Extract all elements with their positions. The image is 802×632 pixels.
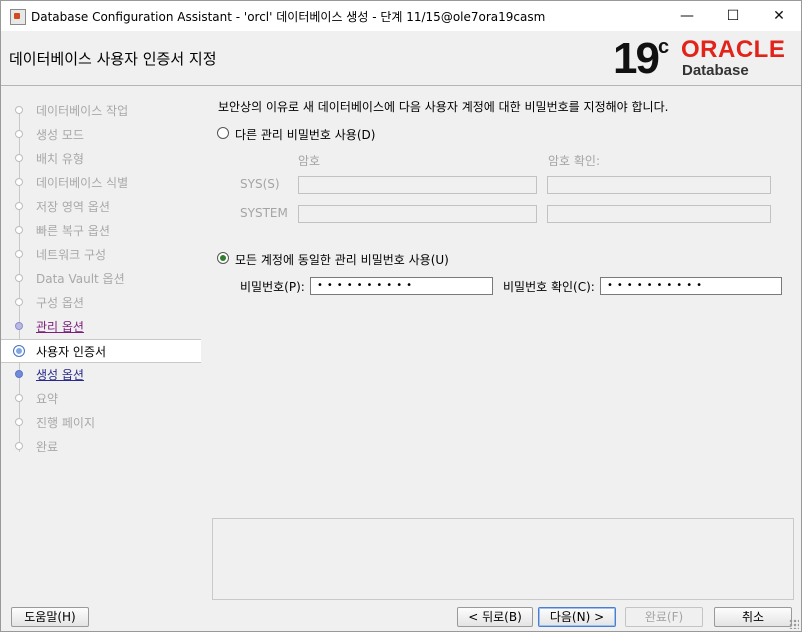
- next-button[interactable]: 다음(N) >: [538, 607, 616, 627]
- same-password-label[interactable]: 모든 계정에 동일한 관리 비밀번호 사용(U): [235, 251, 449, 268]
- step-label: 배치 유형: [36, 152, 84, 166]
- step-label: Data Vault 옵션: [36, 272, 125, 286]
- step-indicator-icon: [15, 130, 23, 138]
- step-item: 저장 영역 옵션: [1, 195, 201, 217]
- step-indicator-icon: [15, 106, 23, 114]
- step-indicator-icon: [15, 202, 23, 210]
- same-password-radio[interactable]: [217, 252, 229, 264]
- close-button[interactable]: ✕: [756, 1, 802, 31]
- step-label[interactable]: 관리 옵션: [36, 318, 84, 335]
- steps-sidebar: 데이터베이스 작업생성 모드배치 유형데이터베이스 식별저장 영역 옵션빠른 복…: [1, 86, 201, 601]
- step-label: 완료: [36, 440, 59, 454]
- step-indicator-icon: [13, 345, 25, 357]
- step-item: 사용자 인증서: [1, 339, 201, 363]
- oracle-product: Database: [682, 62, 749, 79]
- step-item[interactable]: 관리 옵션: [1, 315, 201, 337]
- step-label[interactable]: 생성 옵션: [36, 366, 84, 383]
- confirm-password-label: 비밀번호 확인(C):: [503, 280, 595, 294]
- step-item: 데이터베이스 작업: [1, 99, 201, 121]
- step-indicator-icon: [15, 370, 23, 378]
- step-indicator-icon: [15, 442, 23, 450]
- step-indicator-icon: [15, 178, 23, 186]
- password-label: 비밀번호(P):: [240, 280, 305, 294]
- step-label: 데이터베이스 작업: [36, 104, 129, 118]
- step-indicator-icon: [15, 418, 23, 426]
- password-field[interactable]: ••••••••••: [310, 277, 493, 295]
- step-item: 생성 모드: [1, 123, 201, 145]
- separate-password-label[interactable]: 다른 관리 비밀번호 사용(D): [235, 126, 375, 143]
- message-panel: [212, 518, 794, 600]
- step-label: 진행 페이지: [36, 416, 96, 430]
- step-label: 생성 모드: [36, 128, 84, 142]
- password-column-header: 암호: [298, 154, 321, 168]
- oracle-19c-logo: 19c: [613, 34, 669, 84]
- footer-bar: 도움말(H) < 뒤로(B) 다음(N) > 완료(F) 취소: [1, 601, 801, 631]
- step-indicator-icon: [15, 250, 23, 258]
- step-indicator-icon: [15, 298, 23, 306]
- step-item: Data Vault 옵션: [1, 267, 201, 289]
- maximize-button[interactable]: ☐: [710, 1, 756, 31]
- system-confirm-field[interactable]: [547, 205, 771, 223]
- step-item: 진행 페이지: [1, 411, 201, 433]
- confirm-column-header: 암호 확인:: [548, 154, 601, 168]
- back-button[interactable]: < 뒤로(B): [457, 607, 533, 627]
- page-title: 데이터베이스 사용자 인증서 지정: [9, 50, 217, 68]
- step-item: 배치 유형: [1, 147, 201, 169]
- step-label: 네트워크 구성: [36, 248, 107, 262]
- help-button[interactable]: 도움말(H): [11, 607, 89, 627]
- step-item: 완료: [1, 435, 201, 457]
- system-password-field[interactable]: [298, 205, 537, 223]
- sys-label: SYS(S): [240, 177, 280, 191]
- step-indicator-icon: [15, 274, 23, 282]
- description-text: 보안상의 이유로 새 데이터베이스에 다음 사용자 계정에 대한 비밀번호를 지…: [218, 100, 669, 114]
- step-item: 네트워크 구성: [1, 243, 201, 265]
- step-item: 요약: [1, 387, 201, 409]
- main-panel: 보안상의 이유로 새 데이터베이스에 다음 사용자 계정에 대한 비밀번호를 지…: [202, 86, 801, 601]
- minimize-button[interactable]: —: [664, 1, 710, 31]
- oracle-brand: ORACLE: [681, 36, 786, 63]
- step-label: 구성 옵션: [36, 296, 84, 310]
- window-title: Database Configuration Assistant - 'orcl…: [31, 10, 546, 24]
- finish-button[interactable]: 완료(F): [625, 607, 703, 627]
- cancel-button[interactable]: 취소: [714, 607, 792, 627]
- step-item: 데이터베이스 식별: [1, 171, 201, 193]
- resize-grip-icon[interactable]: [789, 619, 799, 629]
- step-label: 빠른 복구 옵션: [36, 224, 110, 238]
- step-item[interactable]: 생성 옵션: [1, 363, 201, 385]
- step-label: 사용자 인증서: [36, 345, 107, 359]
- step-label: 데이터베이스 식별: [36, 176, 129, 190]
- dbca-window: Database Configuration Assistant - 'orcl…: [0, 0, 802, 632]
- step-label: 요약: [36, 392, 59, 406]
- sys-password-field[interactable]: [298, 176, 537, 194]
- java-app-icon: [10, 9, 26, 25]
- step-indicator-icon: [15, 226, 23, 234]
- step-item: 구성 옵션: [1, 291, 201, 313]
- logo-version: 19: [613, 34, 660, 83]
- system-label: SYSTEM: [240, 206, 288, 220]
- step-indicator-icon: [15, 154, 23, 162]
- confirm-password-field[interactable]: ••••••••••: [600, 277, 782, 295]
- logo-version-suffix: c: [657, 36, 670, 58]
- step-indicator-icon: [15, 394, 23, 402]
- separate-password-radio[interactable]: [217, 127, 229, 139]
- step-item: 빠른 복구 옵션: [1, 219, 201, 241]
- page-header: 데이터베이스 사용자 인증서 지정 19c ORACLE Database: [1, 31, 801, 86]
- step-label: 저장 영역 옵션: [36, 200, 110, 214]
- title-bar: Database Configuration Assistant - 'orcl…: [1, 1, 801, 31]
- step-indicator-icon: [15, 322, 23, 330]
- sys-confirm-field[interactable]: [547, 176, 771, 194]
